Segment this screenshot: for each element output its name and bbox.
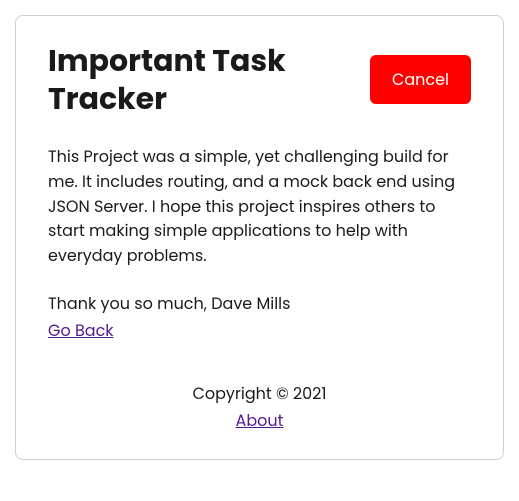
copyright-text: Copyright © 2021 <box>48 381 471 406</box>
description-text: This Project was a simple, yet challengi… <box>48 145 471 269</box>
go-back-link[interactable]: Go Back <box>48 318 114 343</box>
about-link[interactable]: About <box>236 409 284 432</box>
thanks-text: Thank you so much, Dave Mills <box>48 291 471 316</box>
cancel-button[interactable]: Cancel <box>370 55 471 104</box>
footer: Copyright © 2021 About <box>48 381 471 433</box>
app-container: Important Task Tracker Cancel This Proje… <box>15 15 504 460</box>
about-content: This Project was a simple, yet challengi… <box>48 145 471 343</box>
header: Important Task Tracker Cancel <box>48 42 471 117</box>
page-title: Important Task Tracker <box>48 42 370 117</box>
